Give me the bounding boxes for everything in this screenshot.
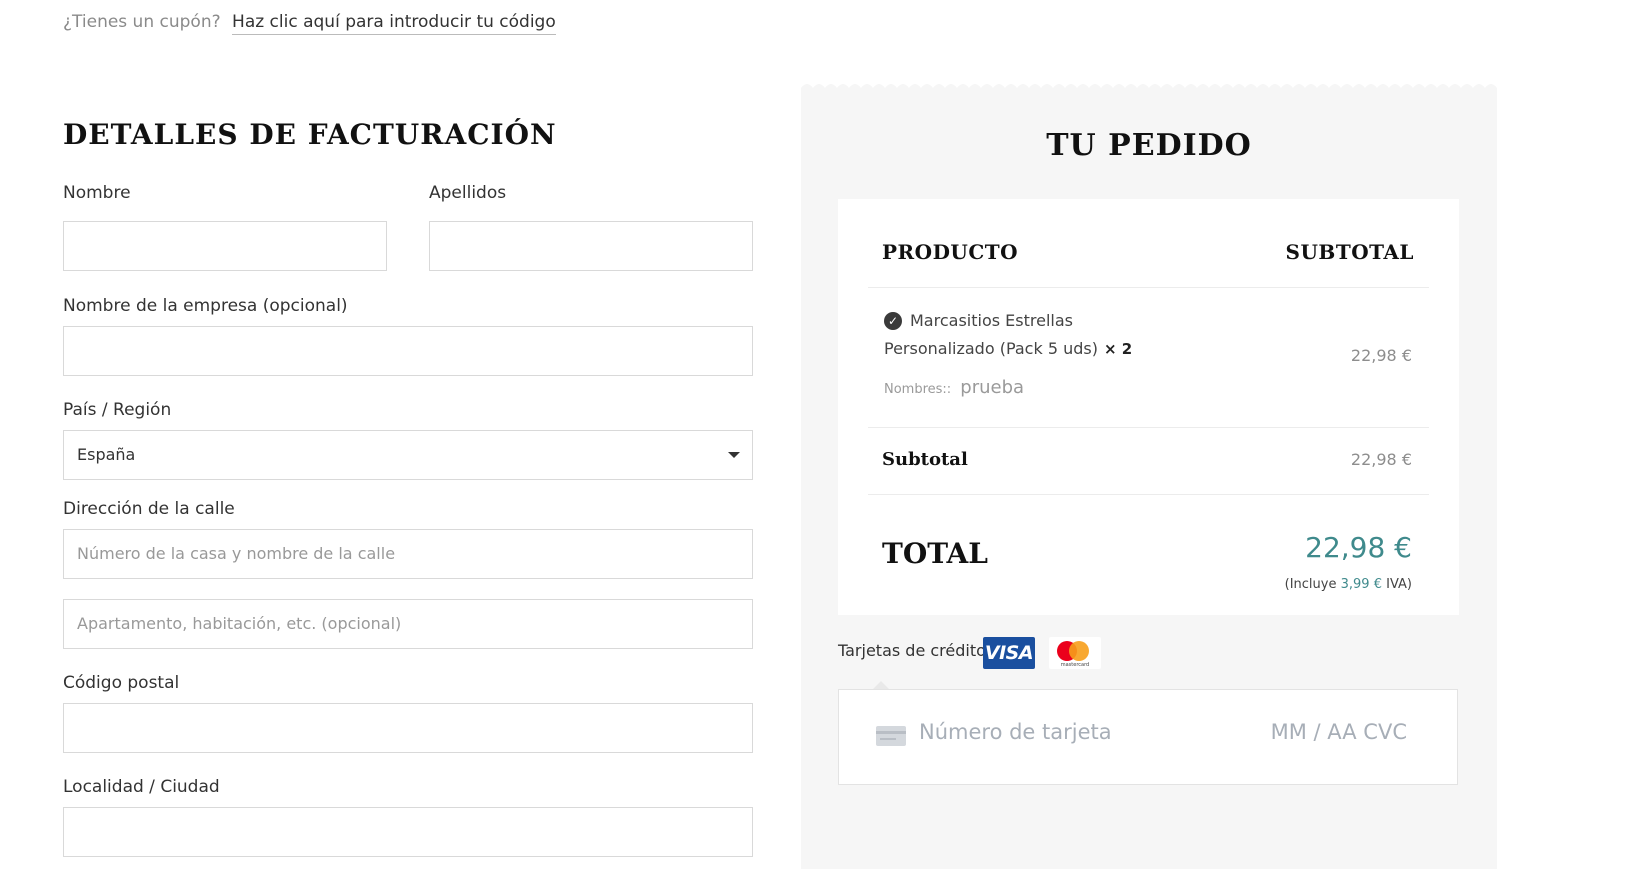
billing-title: DETALLES DE FACTURACIÓN (63, 118, 557, 151)
check-circle-icon: ✓ (884, 312, 902, 330)
mastercard-wordmark: mastercard (1060, 662, 1090, 668)
total-label: TOTAL (882, 537, 988, 570)
street-placeholder: Número de la casa y nombre de la calle (77, 544, 396, 563)
street-label: Dirección de la calle (63, 499, 235, 519)
street-input[interactable]: Número de la casa y nombre de la calle (63, 529, 753, 579)
company-label: Nombre de la empresa (opcional) (63, 296, 348, 316)
order-title: TU PEDIDO (1046, 128, 1252, 163)
last-name-label: Apellidos (429, 183, 507, 203)
country-select[interactable]: España (63, 430, 753, 480)
product-meta-value: prueba (960, 377, 1025, 398)
tax-amount: 3,99 € (1340, 577, 1382, 592)
order-summary-panel: TU PEDIDO PRODUCTO SUBTOTAL ✓ Marcasitio… (801, 84, 1497, 869)
product-variant-text: Personalizado (Pack 5 uds) (884, 339, 1098, 358)
city-input[interactable] (63, 807, 753, 857)
payment-method-label[interactable]: Tarjetas de crédito (838, 641, 986, 660)
divider (868, 494, 1429, 495)
last-name-input[interactable] (429, 221, 753, 271)
subtotal-value: 22,98 € (1350, 450, 1412, 469)
product-column-header: PRODUCTO (882, 240, 1019, 264)
coupon-prompt: ¿Tienes un cupón? (63, 12, 221, 32)
card-input-box[interactable]: Número de tarjeta MM / AA CVC (838, 689, 1458, 785)
apartment-input[interactable]: Apartamento, habitación, etc. (opcional) (63, 599, 753, 649)
card-expiry-cvc-input[interactable]: MM / AA CVC (1271, 720, 1407, 744)
postcode-label: Código postal (63, 673, 180, 693)
divider (868, 287, 1429, 288)
product-variant: Personalizado (Pack 5 uds) × 2 (884, 339, 1132, 358)
product-name: Marcasitios Estrellas (910, 311, 1073, 330)
card-box-pointer (873, 681, 889, 689)
total-value: 22,98 € (1305, 531, 1412, 564)
product-quantity: × 2 (1103, 340, 1133, 358)
divider (868, 427, 1429, 428)
subtotal-label: Subtotal (882, 449, 968, 470)
company-input[interactable] (63, 326, 753, 376)
product-meta-label: Nombres:: (884, 382, 952, 397)
first-name-input[interactable] (63, 221, 387, 271)
coupon-notice: ¿Tienes un cupón? Haz clic aquí para int… (63, 12, 556, 35)
card-number-input[interactable]: Número de tarjeta (919, 720, 1112, 744)
scallop-edge (801, 84, 1497, 94)
subtotal-column-header: SUBTOTAL (1285, 240, 1414, 264)
product-meta: Nombres:: prueba (884, 377, 1024, 398)
tax-suffix: IVA) (1386, 577, 1412, 592)
country-select-value: España (77, 445, 136, 464)
product-price: 22,98 € (1350, 346, 1412, 365)
visa-logo-icon: VISA (983, 637, 1035, 669)
postcode-input[interactable] (63, 703, 753, 753)
tax-note: (Incluye 3,99 € IVA) (1285, 577, 1412, 592)
mastercard-logo-icon: mastercard (1049, 637, 1101, 669)
coupon-link[interactable]: Haz clic aquí para introducir tu código (232, 12, 556, 35)
apartment-placeholder: Apartamento, habitación, etc. (opcional) (77, 614, 402, 633)
first-name-label: Nombre (63, 183, 131, 203)
order-table: PRODUCTO SUBTOTAL ✓ Marcasitios Estrella… (838, 199, 1459, 615)
chevron-down-icon (728, 452, 740, 458)
tax-prefix: (Incluye (1284, 577, 1337, 592)
country-label: País / Región (63, 400, 172, 420)
city-label: Localidad / Ciudad (63, 777, 220, 797)
credit-card-icon (876, 726, 906, 746)
